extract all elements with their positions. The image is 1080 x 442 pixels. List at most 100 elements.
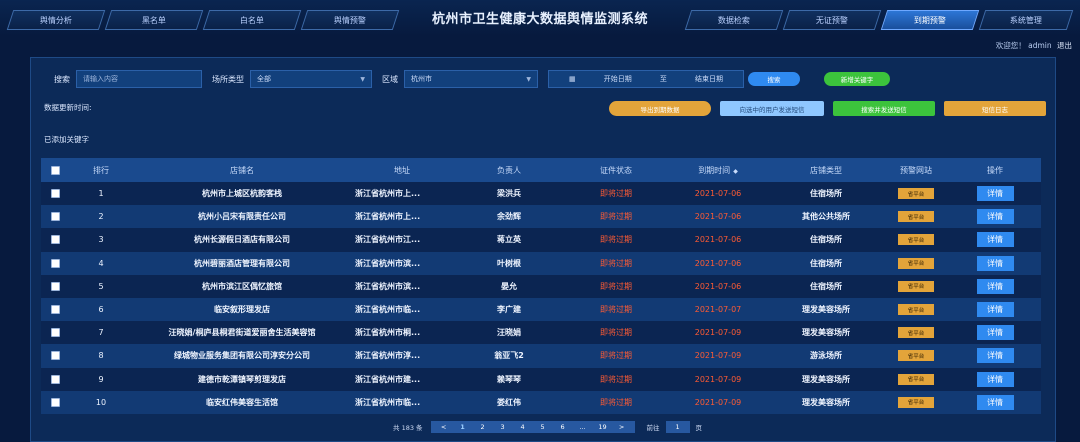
row-checkbox[interactable] xyxy=(50,374,60,384)
page-number[interactable]: 1 xyxy=(453,423,473,431)
address-cell: 浙江省杭州市临... xyxy=(355,397,421,407)
status-cell: 即将过期 xyxy=(600,235,632,245)
row-checkbox[interactable] xyxy=(50,235,60,245)
rank-cell: 7 xyxy=(98,328,104,338)
operation-cell: 详情 xyxy=(949,209,1041,225)
warning-site-tag[interactable]: 省平台 xyxy=(898,350,934,362)
detail-button[interactable]: 详情 xyxy=(976,394,1014,410)
prev-page-button[interactable]: < xyxy=(435,423,453,431)
next-page-button[interactable]: > xyxy=(613,423,631,431)
page-number[interactable]: 19 xyxy=(593,423,613,431)
status-cell: 即将过期 xyxy=(600,397,632,407)
warning-site-tag[interactable]: 省平台 xyxy=(898,373,934,385)
date-range-picker[interactable]: ▦ 开始日期 至 结束日期 xyxy=(548,70,744,88)
detail-button[interactable]: 详情 xyxy=(976,302,1014,318)
goto-suffix: 页 xyxy=(695,424,703,432)
page-ellipsis[interactable]: ... xyxy=(573,423,593,431)
row-checkbox-cell xyxy=(41,212,69,222)
detail-button[interactable]: 详情 xyxy=(976,255,1014,271)
address-cell: 浙江省杭州市临... xyxy=(355,305,421,315)
page-numbers: 1 2 3 4 5 6... 19 xyxy=(453,423,613,431)
page-number[interactable]: 3 xyxy=(493,423,513,431)
row-checkbox-cell xyxy=(41,397,69,407)
tab-opinion-analysis[interactable]: 舆情分析 xyxy=(6,10,106,30)
address-cell: 浙江省杭州市淳... xyxy=(355,351,421,361)
sort-icon: ◆ xyxy=(733,167,738,175)
person-cell: 李广建 xyxy=(497,305,521,315)
warning-site-tag[interactable]: 省平台 xyxy=(898,280,934,292)
select-all-checkbox[interactable] xyxy=(50,165,60,175)
warning-site-cell: 省平台 xyxy=(883,234,949,246)
region-select[interactable]: 杭州市 ▼ xyxy=(404,70,538,88)
region-label: 区域 xyxy=(382,74,398,84)
row-checkbox[interactable] xyxy=(50,281,60,291)
filter-bar: 搜索 场所类型 全部 ▼ 区域 杭州市 ▼ ▦ 开始日期 至 结束日期 搜索 新… xyxy=(54,70,890,88)
shop-type-cell: 游泳场所 xyxy=(810,351,842,361)
warning-site-tag[interactable]: 省平台 xyxy=(898,304,934,316)
venue-type-select[interactable]: 全部 ▼ xyxy=(250,70,372,88)
search-input[interactable] xyxy=(83,75,195,83)
expiry-date-cell: 2021-07-06 xyxy=(694,189,742,199)
welcome-bar: 欢迎您！ admin 退出 xyxy=(996,40,1072,51)
tab-system-management[interactable]: 系统管理 xyxy=(978,10,1074,30)
row-checkbox[interactable] xyxy=(50,328,60,338)
tab-label: 舆情分析 xyxy=(40,15,72,25)
detail-button[interactable]: 详情 xyxy=(976,186,1014,202)
chevron-down-icon: ▼ xyxy=(360,75,365,83)
header-operation: 操作 xyxy=(987,165,1003,175)
warning-site-tag[interactable]: 省平台 xyxy=(898,396,934,408)
tab-label: 黑名单 xyxy=(142,15,166,25)
start-date-placeholder: 开始日期 xyxy=(603,75,632,83)
rank-cell: 8 xyxy=(98,351,104,361)
tab-unlicensed-warning[interactable]: 无证预警 xyxy=(782,10,882,30)
warning-site-tag[interactable]: 省平台 xyxy=(898,257,934,269)
row-checkbox[interactable] xyxy=(50,212,60,222)
send-selected-sms-button[interactable]: 向选中的用户发送短信 xyxy=(720,101,824,116)
shop-name-cell: 杭州碧丽酒店管理有限公司 xyxy=(194,258,290,268)
row-checkbox[interactable] xyxy=(50,351,60,361)
address-cell: 浙江省杭州市上... xyxy=(355,189,421,199)
warning-site-tag[interactable]: 省平台 xyxy=(898,211,934,223)
detail-button[interactable]: 详情 xyxy=(976,232,1014,248)
page-number[interactable]: 6 xyxy=(553,423,573,431)
detail-button[interactable]: 详情 xyxy=(976,348,1014,364)
warning-site-cell: 省平台 xyxy=(883,280,949,292)
warning-site-cell: 省平台 xyxy=(883,257,949,269)
header-expiry-date[interactable]: 到期时间 ◆ xyxy=(667,165,769,176)
detail-button[interactable]: 详情 xyxy=(976,278,1014,294)
tab-expiry-warning[interactable]: 到期预警 xyxy=(880,10,980,30)
select-all-checkbox-cell xyxy=(41,165,69,175)
row-checkbox[interactable] xyxy=(50,189,60,199)
table-row: 1 杭州市上城区杭韵客栈 浙江省杭州市上... 梁洪兵 即将过期 2021-07-06 住宿… xyxy=(41,182,1041,206)
export-button[interactable]: 导出到期数据 xyxy=(609,101,711,116)
shop-name-cell: 汪晓娟/桐庐县桐君街道爱丽舍生活美容馆 xyxy=(168,328,316,338)
detail-button[interactable]: 详情 xyxy=(976,325,1014,341)
logout-link[interactable]: 退出 xyxy=(1057,41,1072,50)
address-cell: 浙江省杭州市滨... xyxy=(355,281,421,291)
tab-whitelist[interactable]: 白名单 xyxy=(202,10,302,30)
detail-button[interactable]: 详情 xyxy=(976,209,1014,225)
warning-site-tag[interactable]: 省平台 xyxy=(898,327,934,339)
search-field[interactable] xyxy=(76,70,202,88)
row-checkbox[interactable] xyxy=(50,397,60,407)
warning-site-tag[interactable]: 省平台 xyxy=(898,188,934,200)
table-header: 排行 店铺名 地址 负责人 证件状态 到期时间 ◆ 店铺类型 预警网站 操作 xyxy=(41,158,1041,182)
operation-cell: 详情 xyxy=(949,278,1041,294)
row-checkbox[interactable] xyxy=(50,305,60,315)
shop-type-cell: 其他公共场所 xyxy=(802,212,850,222)
row-checkbox[interactable] xyxy=(50,258,60,268)
added-keywords-label: 已添加关键字 xyxy=(44,135,89,144)
page-number[interactable]: 4 xyxy=(513,423,533,431)
warning-site-tag[interactable]: 省平台 xyxy=(898,234,934,246)
search-and-send-button[interactable]: 搜索并发送短信 xyxy=(833,101,935,116)
goto-page-input[interactable]: 1 xyxy=(665,421,690,433)
page-number[interactable]: 5 xyxy=(533,423,553,431)
add-keyword-button[interactable]: 新增关键字 xyxy=(824,72,890,86)
tab-blacklist[interactable]: 黑名单 xyxy=(104,10,204,30)
tab-data-search[interactable]: 数据检索 xyxy=(684,10,784,30)
detail-button[interactable]: 详情 xyxy=(976,371,1014,387)
search-button[interactable]: 搜索 xyxy=(748,72,800,86)
page-number[interactable]: 2 xyxy=(473,423,493,431)
sms-log-button[interactable]: 短信日志 xyxy=(944,101,1046,116)
tab-label: 系统管理 xyxy=(1010,15,1042,25)
